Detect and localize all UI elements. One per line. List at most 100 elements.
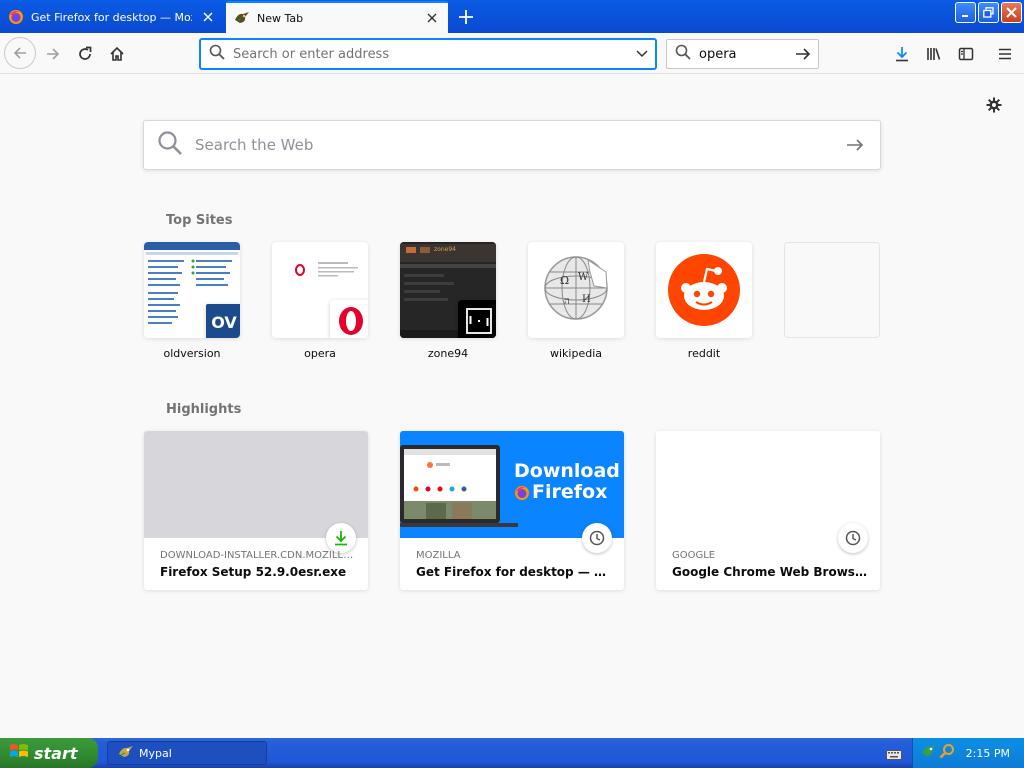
tab-get-firefox[interactable]: Get Firefox for desktop — Mozilla (0, 1, 224, 33)
reload-icon (79, 46, 92, 60)
close-icon[interactable] (200, 9, 216, 25)
top-sites-heading: Top Sites (166, 213, 233, 228)
minimize-icon (961, 14, 968, 17)
highlight-card[interactable]: GOOGLE Google Chrome Web Browser (656, 431, 880, 590)
top-site-empty-slot (784, 242, 880, 338)
restore-button[interactable] (978, 2, 999, 23)
system-tray: 2:15 PM (912, 738, 1024, 768)
oldversion-thumbnail: OV (144, 242, 240, 338)
opera-icon (330, 300, 368, 338)
mypal-icon (118, 744, 134, 763)
firefox-icon (515, 485, 529, 500)
site-label: wikipedia (549, 347, 602, 360)
library-icon (927, 48, 941, 60)
home-icon (110, 46, 124, 61)
plus-icon (459, 10, 473, 24)
top-site-wikipedia[interactable]: Ω W ה И wikipedia (528, 242, 624, 360)
forward-arrow-icon (47, 48, 60, 60)
tab-title: New Tab (257, 11, 304, 25)
web-search-input[interactable] (193, 135, 830, 155)
oldversion-icon: OV (206, 304, 240, 338)
svg-text:ה: ה (564, 296, 570, 307)
tab-title: Get Firefox for desktop — Mozilla (31, 10, 192, 24)
history-clock-icon (582, 523, 612, 553)
hamburger-menu-icon (999, 48, 1011, 60)
web-search-box[interactable] (143, 120, 881, 170)
close-icon (1006, 7, 1017, 18)
clock[interactable]: 2:15 PM (966, 747, 1010, 760)
svg-text:OV: OV (211, 313, 237, 332)
search-bar[interactable] (666, 39, 819, 69)
zone94-logo-text: zone94 (434, 246, 456, 253)
search-input[interactable] (697, 45, 787, 63)
close-window-button[interactable] (1001, 2, 1022, 23)
tab-new-tab[interactable]: New Tab (226, 1, 448, 33)
site-label: reddit (687, 347, 721, 360)
top-site-reddit[interactable]: reddit (656, 242, 752, 360)
firefox-banner-text: Download Firefox (514, 461, 620, 503)
taskbar-item-mypal[interactable]: Mypal (107, 741, 267, 765)
download-icon (896, 47, 908, 62)
card-host: DOWNLOAD-INSTALLER.CDN.MOZILLA ... (160, 550, 356, 561)
forward-button[interactable] (38, 39, 68, 69)
svg-text:Ω: Ω (560, 274, 569, 287)
new-tab-button[interactable] (455, 6, 477, 28)
card-host: GOOGLE (672, 550, 716, 561)
card-thumbnail (144, 431, 368, 538)
zone94-icon (458, 300, 496, 338)
search-go-arrow-icon[interactable] (830, 121, 880, 169)
card-title: Get Firefox for desktop — Mozil... (416, 565, 612, 579)
wikipedia-icon: Ω W ה И (528, 242, 624, 338)
reload-button[interactable] (70, 39, 100, 69)
windows-logo-icon (9, 742, 29, 764)
sidebar-icon (958, 47, 974, 61)
mypal-icon (234, 10, 250, 26)
card-thumbnail: Download Firefox (400, 431, 624, 538)
top-site-oldversion[interactable]: OV oldversion (144, 242, 240, 360)
search-icon (157, 130, 183, 160)
highlight-card[interactable]: Download Firefox MOZILLA Get Firefox for… (400, 431, 624, 590)
card-host: MOZILLA (416, 550, 461, 561)
zone94-thumbnail: zone94 (400, 242, 496, 338)
start-button[interactable]: start (0, 738, 98, 768)
card-title: Firefox Setup 52.9.0esr.exe (160, 565, 347, 579)
sidebar-button[interactable] (951, 39, 981, 69)
banner-line-2: Firefox (532, 481, 608, 503)
search-icon (209, 44, 225, 64)
reddit-icon (656, 242, 752, 338)
library-button[interactable] (919, 39, 949, 69)
taskbar-item-label: Mypal (139, 746, 172, 760)
close-icon[interactable] (424, 10, 440, 26)
opera-thumbnail (272, 242, 368, 338)
empty-tile (784, 242, 880, 338)
new-tab-page: Top Sites OV oldversion (0, 74, 1024, 738)
title-bar: Get Firefox for desktop — Mozilla New Ta… (0, 0, 1024, 33)
back-button[interactable] (4, 37, 36, 69)
card-thumbnail (656, 431, 880, 538)
chevron-down-icon[interactable] (629, 40, 655, 68)
keyboard-icon[interactable] (886, 746, 902, 765)
address-input[interactable] (231, 45, 629, 63)
top-site-zone94[interactable]: zone94 zone94 (400, 242, 496, 360)
site-label: oldversion (163, 347, 221, 360)
navigation-toolbar (0, 33, 1024, 74)
banner-line-1: Download (514, 460, 620, 482)
mypal-tray-icon[interactable] (921, 743, 937, 763)
firefox-icon (8, 9, 24, 25)
downloads-button[interactable] (887, 39, 917, 69)
search-go-arrow-icon[interactable] (791, 42, 815, 66)
highlight-card[interactable]: DOWNLOAD-INSTALLER.CDN.MOZILLA ... Firef… (144, 431, 368, 590)
menu-button[interactable] (990, 39, 1020, 69)
minimize-button[interactable] (955, 2, 976, 23)
home-button[interactable] (102, 39, 132, 69)
site-label: zone94 (427, 347, 469, 360)
top-site-opera[interactable]: opera (272, 242, 368, 360)
restore-icon (983, 7, 994, 18)
history-clock-icon (838, 523, 868, 553)
gear-icon[interactable] (983, 94, 1005, 116)
svg-text:W: W (578, 272, 589, 283)
download-icon (326, 523, 356, 553)
address-bar[interactable] (200, 39, 656, 69)
search-icon[interactable] (939, 743, 955, 763)
card-title: Google Chrome Web Browser (672, 565, 868, 579)
